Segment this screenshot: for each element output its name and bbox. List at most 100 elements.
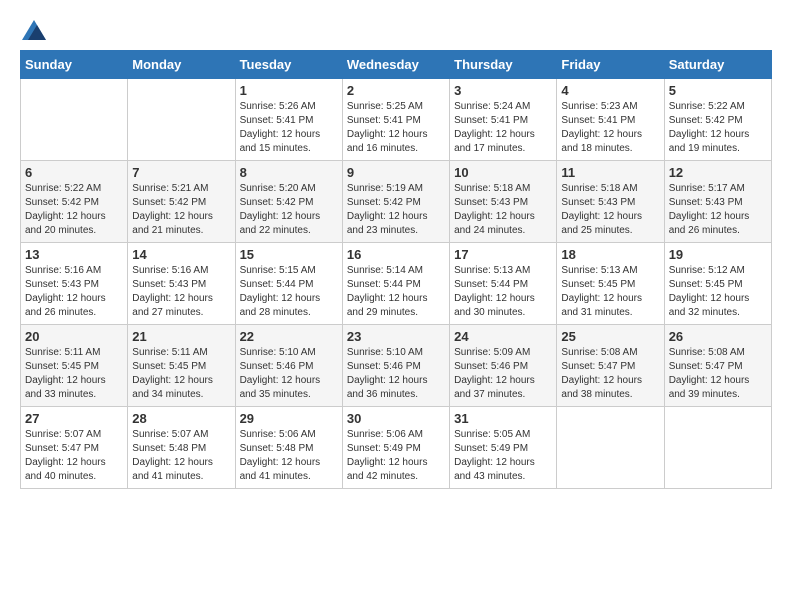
day-info: Sunrise: 5:12 AMSunset: 5:45 PMDaylight:…	[669, 264, 767, 320]
day-info: Sunrise: 5:08 AMSunset: 5:47 PMDaylight:…	[669, 346, 767, 402]
calendar-cell: 21Sunrise: 5:11 AMSunset: 5:45 PMDayligh…	[128, 325, 235, 407]
calendar-cell: 14 Sunrise: 5:16 AMSunset: 5:43 PMDayligh…	[128, 243, 235, 325]
day-info: Sunrise: 5:07 AMSunset: 5:48 PMDaylight:…	[132, 428, 230, 484]
calendar-week-row: 6Sunrise: 5:22 AMSunset: 5:42 PMDaylight…	[21, 161, 772, 243]
day-number: 8	[240, 165, 338, 180]
day-info: Sunrise: 5:07 AMSunset: 5:47 PMDaylight:…	[25, 428, 123, 484]
col-tuesday: Tuesday	[235, 51, 342, 79]
day-info: Sunrise: 5:20 AMSunset: 5:42 PMDaylight:…	[240, 182, 338, 238]
calendar-cell: 5 Sunrise: 5:22 AMSunset: 5:42 PMDaylight…	[664, 79, 771, 161]
calendar-cell: 24Sunrise: 5:09 AMSunset: 5:46 PMDayligh…	[450, 325, 557, 407]
day-info: Sunrise: 5:22 AMSunset: 5:42 PMDaylight:…	[25, 182, 123, 238]
page-header	[20, 20, 772, 40]
calendar-cell	[128, 79, 235, 161]
col-thursday: Thursday	[450, 51, 557, 79]
calendar-cell: 2Sunrise: 5:25 AMSunset: 5:41 PMDaylight…	[342, 79, 449, 161]
day-number: 11	[561, 165, 659, 180]
calendar-cell: 29 Sunrise: 5:06 AMSunset: 5:48 PMDayligh…	[235, 407, 342, 489]
calendar-cell: 8 Sunrise: 5:20 AMSunset: 5:42 PMDaylight…	[235, 161, 342, 243]
logo	[20, 20, 46, 40]
day-number: 23	[347, 329, 445, 344]
day-number: 10	[454, 165, 552, 180]
calendar-week-row: 13 Sunrise: 5:16 AMSunset: 5:43 PMDayligh…	[21, 243, 772, 325]
calendar-cell: 26 Sunrise: 5:08 AMSunset: 5:47 PMDayligh…	[664, 325, 771, 407]
day-info: Sunrise: 5:11 AMSunset: 5:45 PMDaylight:…	[132, 346, 230, 402]
day-number: 29	[240, 411, 338, 426]
day-number: 12	[669, 165, 767, 180]
day-info: Sunrise: 5:13 AMSunset: 5:44 PMDaylight:…	[454, 264, 552, 320]
day-number: 19	[669, 247, 767, 262]
calendar-cell: 31Sunrise: 5:05 AMSunset: 5:49 PMDayligh…	[450, 407, 557, 489]
day-info: Sunrise: 5:10 AMSunset: 5:46 PMDaylight:…	[240, 346, 338, 402]
day-info: Sunrise: 5:25 AMSunset: 5:41 PMDaylight:…	[347, 100, 445, 156]
calendar-cell: 6Sunrise: 5:22 AMSunset: 5:42 PMDaylight…	[21, 161, 128, 243]
calendar-cell: 22 Sunrise: 5:10 AMSunset: 5:46 PMDayligh…	[235, 325, 342, 407]
day-number: 14	[132, 247, 230, 262]
calendar-cell: 1 Sunrise: 5:26 AMSunset: 5:41 PMDaylight…	[235, 79, 342, 161]
col-wednesday: Wednesday	[342, 51, 449, 79]
day-info: Sunrise: 5:09 AMSunset: 5:46 PMDaylight:…	[454, 346, 552, 402]
day-number: 3	[454, 83, 552, 98]
col-sunday: Sunday	[21, 51, 128, 79]
calendar-cell: 30Sunrise: 5:06 AMSunset: 5:49 PMDayligh…	[342, 407, 449, 489]
calendar-cell	[557, 407, 664, 489]
day-number: 16	[347, 247, 445, 262]
calendar-cell: 28 Sunrise: 5:07 AMSunset: 5:48 PMDayligh…	[128, 407, 235, 489]
day-number: 1	[240, 83, 338, 98]
calendar-cell: 13 Sunrise: 5:16 AMSunset: 5:43 PMDayligh…	[21, 243, 128, 325]
calendar-cell	[664, 407, 771, 489]
calendar-cell: 4Sunrise: 5:23 AMSunset: 5:41 PMDaylight…	[557, 79, 664, 161]
day-number: 28	[132, 411, 230, 426]
day-info: Sunrise: 5:11 AMSunset: 5:45 PMDaylight:…	[25, 346, 123, 402]
calendar-cell: 3 Sunrise: 5:24 AMSunset: 5:41 PMDaylight…	[450, 79, 557, 161]
calendar-cell: 20Sunrise: 5:11 AMSunset: 5:45 PMDayligh…	[21, 325, 128, 407]
calendar-week-row: 1 Sunrise: 5:26 AMSunset: 5:41 PMDaylight…	[21, 79, 772, 161]
col-monday: Monday	[128, 51, 235, 79]
day-info: Sunrise: 5:22 AMSunset: 5:42 PMDaylight:…	[669, 100, 767, 156]
col-friday: Friday	[557, 51, 664, 79]
day-number: 31	[454, 411, 552, 426]
calendar-cell: 15 Sunrise: 5:15 AMSunset: 5:44 PMDayligh…	[235, 243, 342, 325]
calendar-header-row: Sunday Monday Tuesday Wednesday Thursday…	[21, 51, 772, 79]
day-info: Sunrise: 5:16 AMSunset: 5:43 PMDaylight:…	[132, 264, 230, 320]
day-number: 9	[347, 165, 445, 180]
day-number: 18	[561, 247, 659, 262]
calendar-cell: 10 Sunrise: 5:18 AMSunset: 5:43 PMDayligh…	[450, 161, 557, 243]
day-info: Sunrise: 5:16 AMSunset: 5:43 PMDaylight:…	[25, 264, 123, 320]
day-info: Sunrise: 5:17 AMSunset: 5:43 PMDaylight:…	[669, 182, 767, 238]
calendar-cell: 11 Sunrise: 5:18 AMSunset: 5:43 PMDayligh…	[557, 161, 664, 243]
day-number: 15	[240, 247, 338, 262]
day-info: Sunrise: 5:14 AMSunset: 5:44 PMDaylight:…	[347, 264, 445, 320]
day-info: Sunrise: 5:19 AMSunset: 5:42 PMDaylight:…	[347, 182, 445, 238]
day-info: Sunrise: 5:06 AMSunset: 5:49 PMDaylight:…	[347, 428, 445, 484]
day-number: 27	[25, 411, 123, 426]
calendar-table: Sunday Monday Tuesday Wednesday Thursday…	[20, 50, 772, 489]
calendar-cell: 27 Sunrise: 5:07 AMSunset: 5:47 PMDayligh…	[21, 407, 128, 489]
day-info: Sunrise: 5:13 AMSunset: 5:45 PMDaylight:…	[561, 264, 659, 320]
calendar-cell: 25 Sunrise: 5:08 AMSunset: 5:47 PMDayligh…	[557, 325, 664, 407]
day-number: 25	[561, 329, 659, 344]
day-number: 13	[25, 247, 123, 262]
logo-icon	[22, 20, 46, 40]
day-number: 26	[669, 329, 767, 344]
day-number: 22	[240, 329, 338, 344]
calendar-cell: 7 Sunrise: 5:21 AMSunset: 5:42 PMDaylight…	[128, 161, 235, 243]
day-info: Sunrise: 5:24 AMSunset: 5:41 PMDaylight:…	[454, 100, 552, 156]
day-info: Sunrise: 5:23 AMSunset: 5:41 PMDaylight:…	[561, 100, 659, 156]
calendar-cell: 18 Sunrise: 5:13 AMSunset: 5:45 PMDayligh…	[557, 243, 664, 325]
day-info: Sunrise: 5:15 AMSunset: 5:44 PMDaylight:…	[240, 264, 338, 320]
calendar-cell: 16 Sunrise: 5:14 AMSunset: 5:44 PMDayligh…	[342, 243, 449, 325]
day-number: 7	[132, 165, 230, 180]
day-info: Sunrise: 5:18 AMSunset: 5:43 PMDaylight:…	[454, 182, 552, 238]
day-info: Sunrise: 5:08 AMSunset: 5:47 PMDaylight:…	[561, 346, 659, 402]
calendar-cell	[21, 79, 128, 161]
col-saturday: Saturday	[664, 51, 771, 79]
day-info: Sunrise: 5:06 AMSunset: 5:48 PMDaylight:…	[240, 428, 338, 484]
day-info: Sunrise: 5:18 AMSunset: 5:43 PMDaylight:…	[561, 182, 659, 238]
calendar-cell: 19 Sunrise: 5:12 AMSunset: 5:45 PMDayligh…	[664, 243, 771, 325]
calendar-cell: 23Sunrise: 5:10 AMSunset: 5:46 PMDayligh…	[342, 325, 449, 407]
calendar-week-row: 20Sunrise: 5:11 AMSunset: 5:45 PMDayligh…	[21, 325, 772, 407]
day-number: 5	[669, 83, 767, 98]
day-info: Sunrise: 5:21 AMSunset: 5:42 PMDaylight:…	[132, 182, 230, 238]
day-info: Sunrise: 5:26 AMSunset: 5:41 PMDaylight:…	[240, 100, 338, 156]
